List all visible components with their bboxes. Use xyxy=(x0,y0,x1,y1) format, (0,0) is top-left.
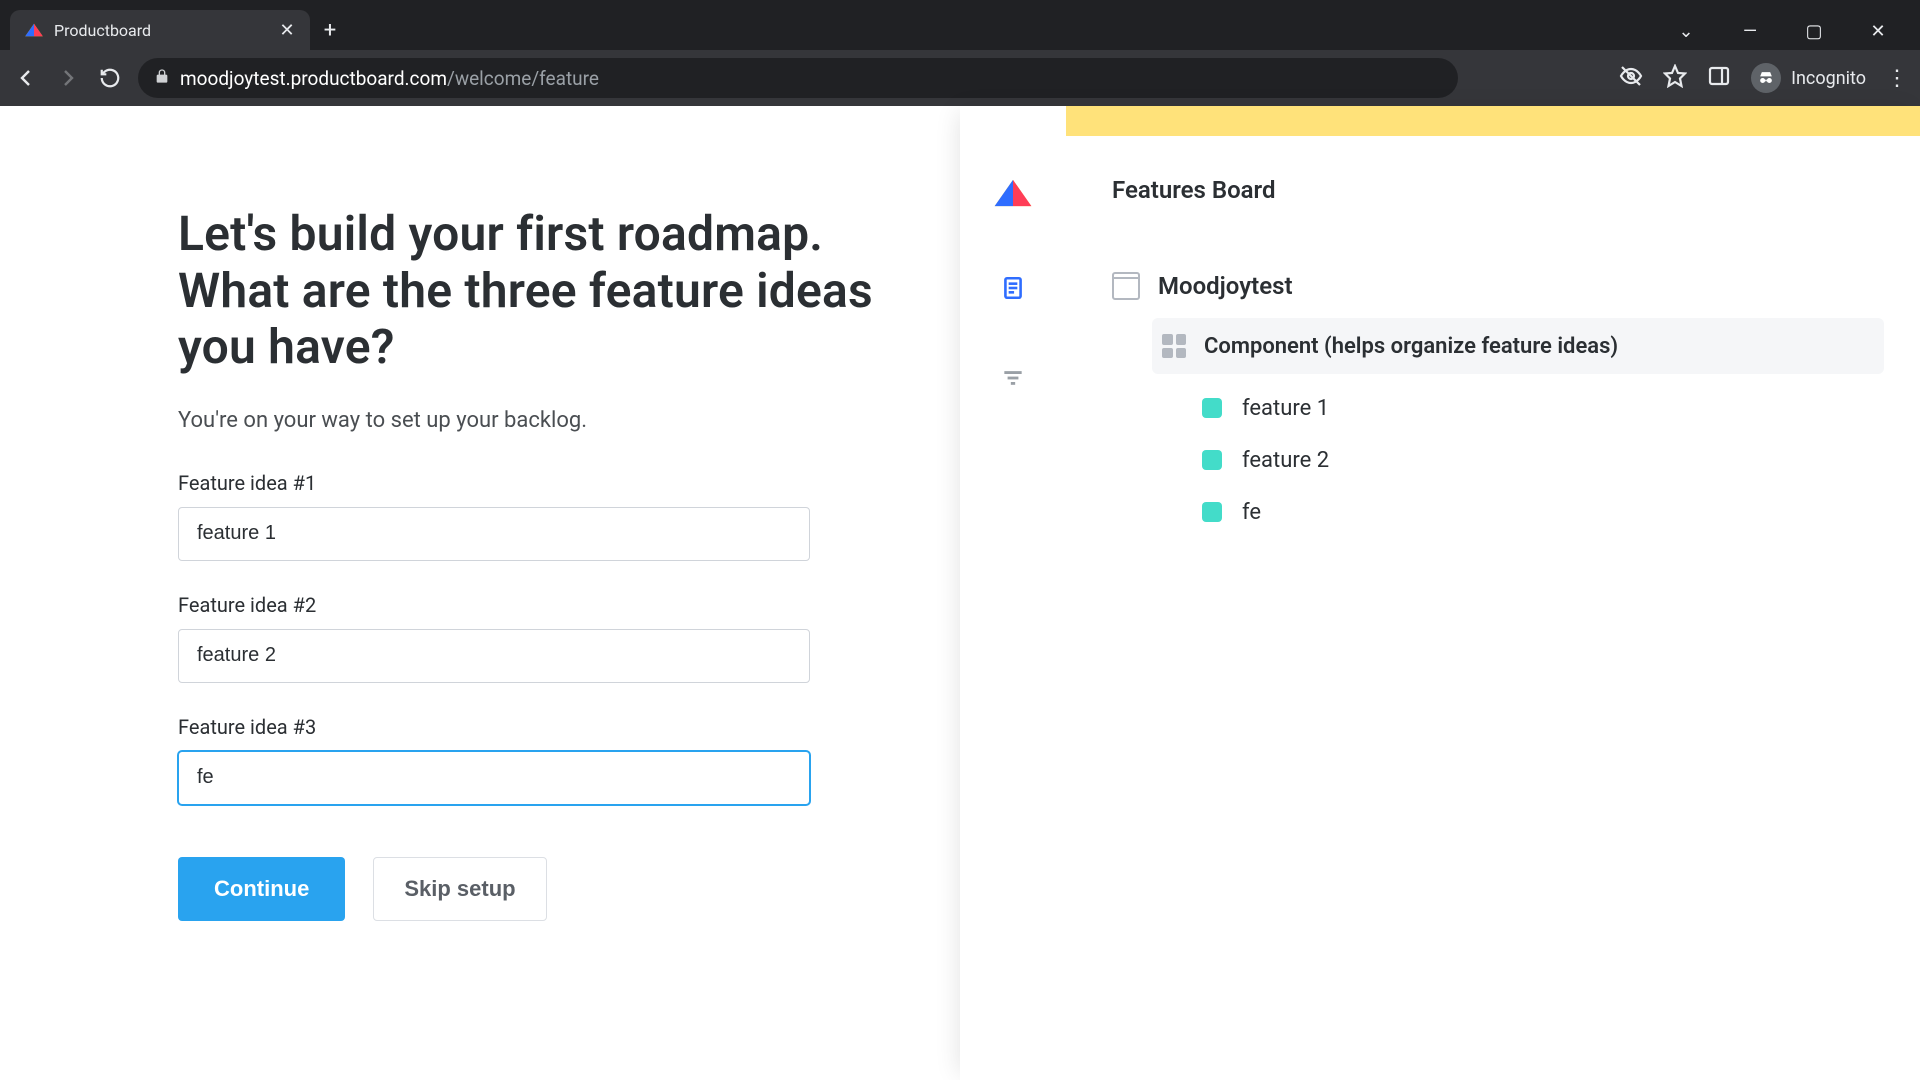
feature-idea-1-label: Feature idea #1 xyxy=(178,471,880,495)
minimize-icon[interactable]: — xyxy=(1730,21,1770,42)
feature-chip-icon xyxy=(1202,398,1222,418)
url-box[interactable]: moodjoytest.productboard.com/welcome/fea… xyxy=(138,58,1458,98)
features-board: Features Board Moodjoytest Component (he… xyxy=(1066,106,1920,1080)
feature-idea-3-input[interactable] xyxy=(178,751,810,805)
feature-idea-2-input[interactable] xyxy=(178,629,810,683)
heading-line-2: What are the three feature ideas you hav… xyxy=(178,262,873,376)
browser-address-bar: moodjoytest.productboard.com/welcome/fea… xyxy=(0,50,1920,106)
reload-button[interactable] xyxy=(96,64,124,92)
feature-name: fe xyxy=(1242,500,1261,525)
feature-name: feature 2 xyxy=(1242,448,1329,473)
project-row[interactable]: Moodjoytest xyxy=(1112,260,1884,312)
panel-icon[interactable] xyxy=(1707,64,1731,92)
incognito-indicator[interactable]: Incognito xyxy=(1751,63,1866,93)
filter-icon[interactable] xyxy=(997,362,1029,394)
lock-icon xyxy=(154,68,170,88)
productboard-favicon xyxy=(24,20,44,40)
preview-sidebar xyxy=(960,106,1066,1080)
app-content: Let's build your first roadmap. What are… xyxy=(0,106,1920,1080)
url-path: /welcome/feature xyxy=(447,67,599,90)
feature-idea-1-input[interactable] xyxy=(178,507,810,561)
feature-row-3[interactable]: fe xyxy=(1202,486,1884,538)
project-name: Moodjoytest xyxy=(1158,272,1293,300)
onboarding-form: Let's build your first roadmap. What are… xyxy=(0,106,950,1080)
feature-name: feature 1 xyxy=(1242,396,1329,421)
feature-row-2[interactable]: feature 2 xyxy=(1202,434,1884,486)
window-controls: ⌄ — ▢ ✕ xyxy=(1666,21,1910,50)
skip-setup-button[interactable]: Skip setup xyxy=(373,857,546,921)
chevron-down-icon[interactable]: ⌄ xyxy=(1666,21,1706,42)
yellow-highlight-strip xyxy=(1066,106,1920,136)
star-icon[interactable] xyxy=(1663,64,1687,92)
maximize-icon[interactable]: ▢ xyxy=(1794,21,1834,42)
new-tab-button[interactable]: + xyxy=(310,10,350,50)
page-heading: Let's build your first roadmap. What are… xyxy=(178,206,880,376)
forward-button[interactable] xyxy=(54,64,82,92)
eye-off-icon[interactable] xyxy=(1619,64,1643,92)
browser-tab[interactable]: Productboard ✕ xyxy=(10,10,310,50)
page-subheading: You're on your way to set up your backlo… xyxy=(178,408,880,433)
url-domain: moodjoytest.productboard.com xyxy=(180,67,447,90)
feature-idea-2-label: Feature idea #2 xyxy=(178,593,880,617)
component-row[interactable]: Component (helps organize feature ideas) xyxy=(1152,318,1884,374)
preview-panel: Features Board Moodjoytest Component (he… xyxy=(960,106,1920,1080)
close-window-icon[interactable]: ✕ xyxy=(1858,21,1898,42)
back-button[interactable] xyxy=(12,64,40,92)
chrome-menu-icon[interactable]: ⋮ xyxy=(1886,66,1908,91)
feature-row-1[interactable]: feature 1 xyxy=(1202,382,1884,434)
project-icon xyxy=(1112,272,1140,300)
productboard-logo-icon xyxy=(992,172,1034,214)
incognito-icon xyxy=(1751,63,1781,93)
continue-button[interactable]: Continue xyxy=(178,857,345,921)
component-icon xyxy=(1162,334,1186,358)
feature-chip-icon xyxy=(1202,502,1222,522)
board-title: Features Board xyxy=(1112,176,1884,204)
browser-tab-strip: Productboard ✕ + ⌄ — ▢ ✕ xyxy=(0,0,1920,50)
close-tab-icon[interactable]: ✕ xyxy=(278,21,296,39)
tab-title: Productboard xyxy=(54,21,268,40)
component-name: Component (helps organize feature ideas) xyxy=(1204,334,1618,359)
incognito-label: Incognito xyxy=(1791,68,1866,89)
feature-idea-3-label: Feature idea #3 xyxy=(178,715,880,739)
heading-line-1: Let's build your first roadmap. xyxy=(178,205,823,262)
feature-chip-icon xyxy=(1202,450,1222,470)
document-icon[interactable] xyxy=(997,272,1029,304)
